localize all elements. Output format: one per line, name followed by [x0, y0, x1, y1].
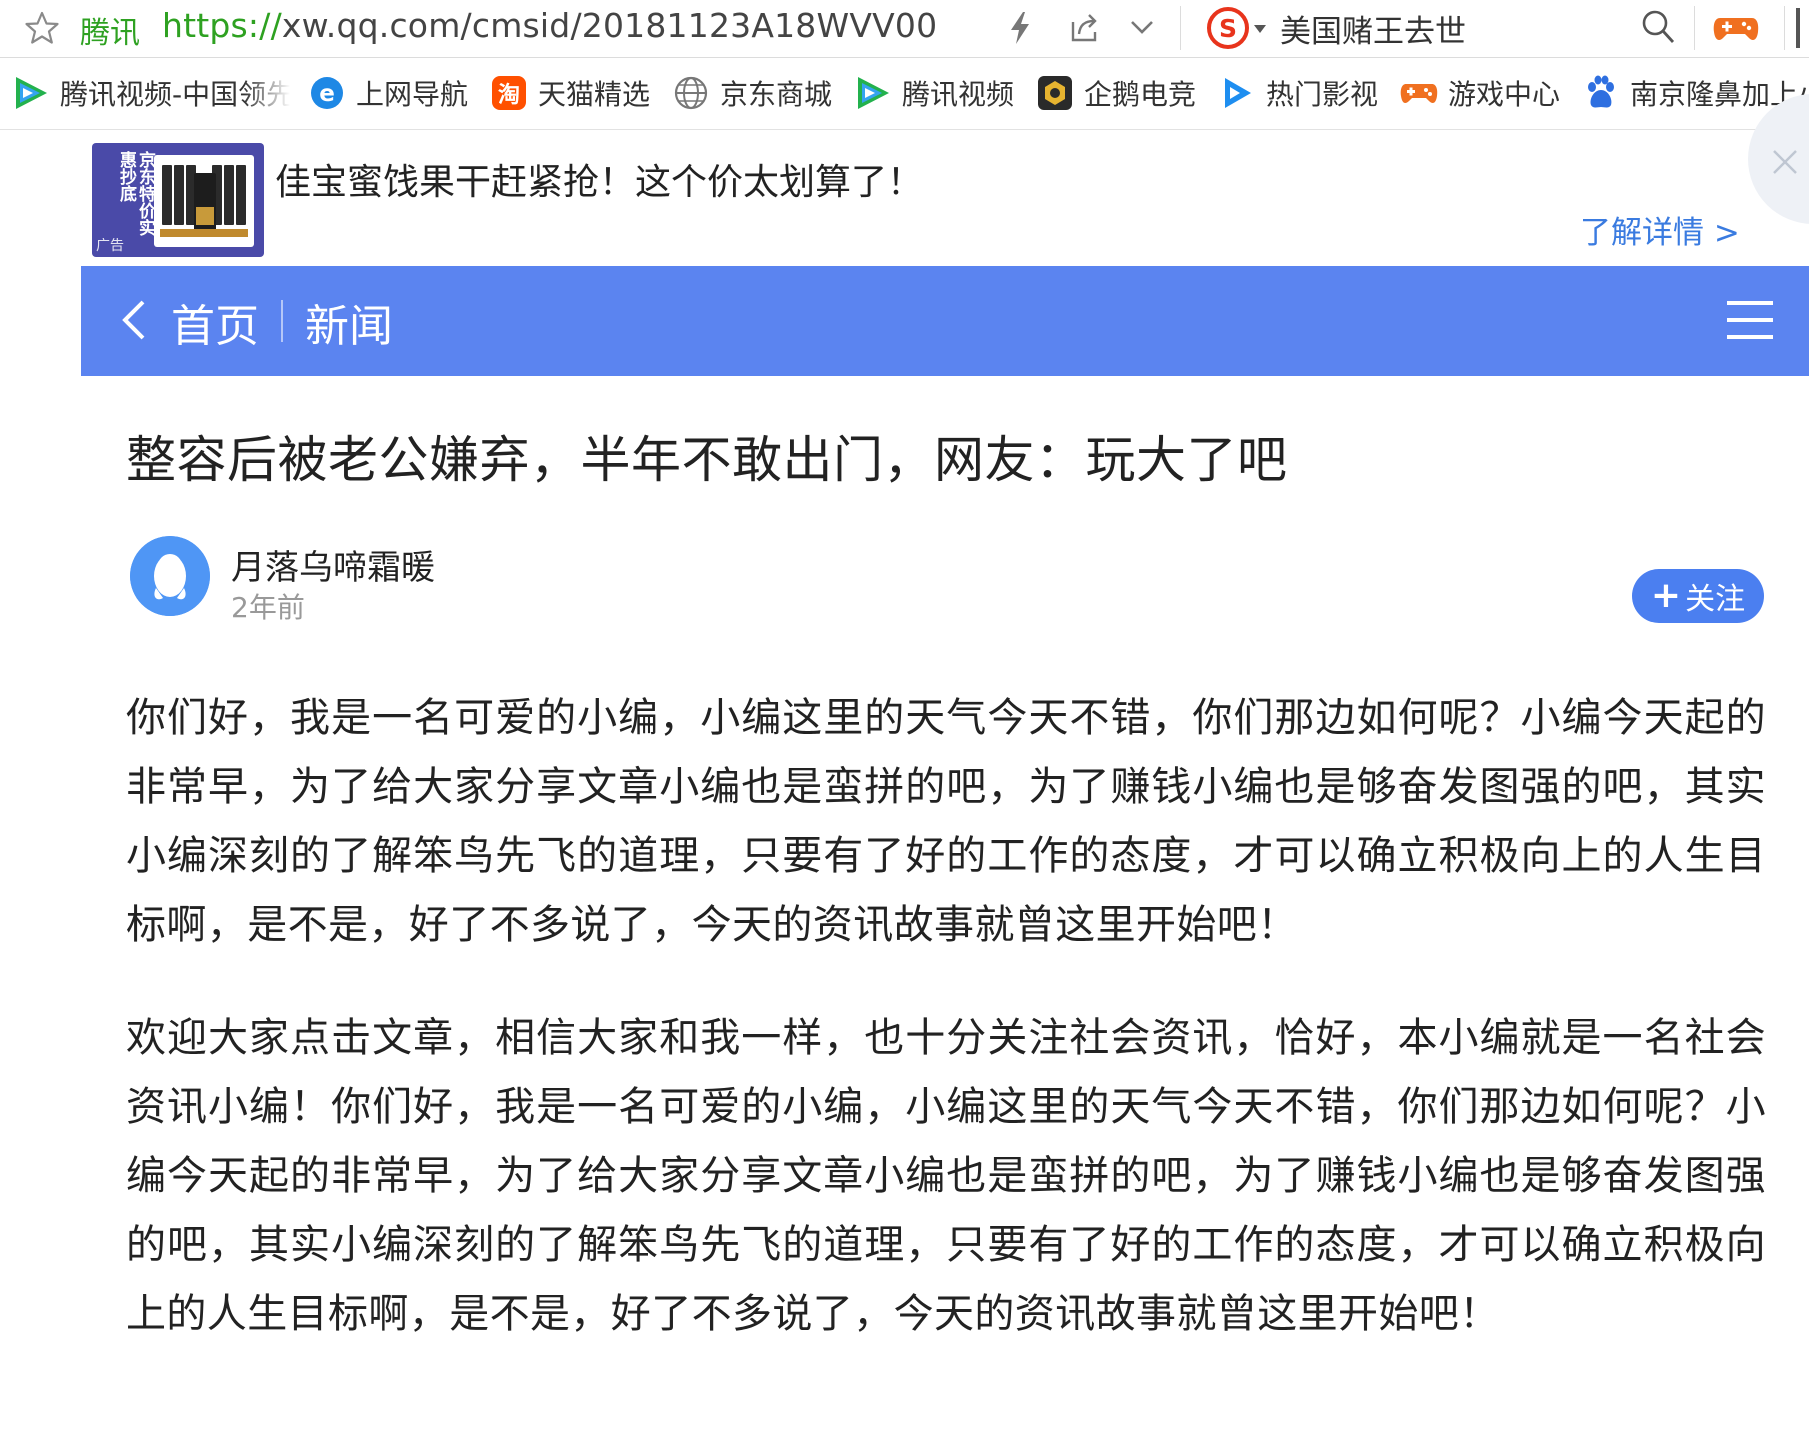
caret-down-icon[interactable]	[1253, 24, 1267, 34]
bookmark-label: 游戏中心	[1448, 78, 1561, 111]
ad-banner[interactable]: 京东特价实惠抄底 广告 佳宝蜜饯果干赶紧抢！这个价太划算了！ 了解详情 >	[0, 94, 1809, 261]
separator	[1180, 6, 1181, 50]
avatar[interactable]	[130, 536, 210, 616]
taobao-icon: 淘	[492, 76, 526, 110]
ad-tag: 广告	[96, 238, 124, 254]
close-icon[interactable]	[1768, 145, 1802, 179]
article-title: 整容后被老公嫌弃，半年不敢出门，网友：玩大了吧	[126, 431, 1288, 489]
search-icon[interactable]	[1640, 8, 1676, 46]
bookmark-hot-movies[interactable]: 热门影视	[1218, 72, 1378, 114]
bookmark-tmall[interactable]: 淘 天猫精选	[490, 72, 650, 114]
bookmark-nav[interactable]: e 上网导航	[308, 72, 468, 114]
ad-thumbnail[interactable]: 京东特价实惠抄底 广告	[92, 143, 264, 257]
game-controller-icon	[1400, 84, 1438, 104]
share-icon[interactable]	[1067, 12, 1101, 44]
svg-text:S: S	[1219, 14, 1237, 43]
globe-icon	[674, 76, 708, 110]
plus-icon: +	[1650, 575, 1682, 616]
separator	[1784, 6, 1785, 50]
bookmark-label: 天猫精选	[538, 78, 651, 111]
back-arrow-icon[interactable]	[117, 298, 149, 342]
hamburger-menu-icon[interactable]	[1725, 298, 1775, 342]
ie-icon: e	[311, 77, 343, 109]
penguin-avatar-icon	[130, 536, 210, 616]
svg-text:e: e	[319, 81, 335, 107]
play-icon	[1225, 78, 1251, 108]
esports-icon	[1038, 76, 1072, 110]
bookmark-label: 腾讯视频-中国领先	[60, 78, 290, 111]
url-field[interactable]: https://xw.qq.com/cmsid/20181123A18WVV00	[162, 6, 937, 45]
svg-text:淘: 淘	[498, 82, 520, 108]
url-path: xw.qq.com/cmsid/20181123A18WVV00	[281, 6, 938, 45]
star-icon[interactable]	[24, 10, 60, 46]
tencent-video-icon	[858, 77, 889, 109]
separator	[1694, 6, 1695, 50]
bookmark-tencent-video-lead[interactable]: 腾讯视频-中国领先	[12, 72, 290, 114]
article-paragraph: 欢迎大家点击文章，相信大家和我一样，也十分关注社会资讯，恰好，本小编就是一名社会…	[126, 1015, 1766, 1337]
tencent-video-icon	[16, 77, 47, 109]
url-scheme: https://	[162, 6, 282, 45]
bookmark-label: 腾讯视频	[902, 78, 1015, 111]
bookmark-label: 上网导航	[356, 78, 469, 111]
top-navigation: 首页 新闻	[81, 266, 1809, 376]
follow-button[interactable]: + 关注	[1632, 569, 1764, 623]
nav-section-news[interactable]: 新闻	[305, 290, 393, 354]
nav-home-link[interactable]: 首页	[171, 290, 259, 354]
site-name: 腾讯	[80, 16, 140, 51]
bookmark-label: 热门影视	[1266, 78, 1379, 111]
menu-dots-icon[interactable]	[1788, 0, 1809, 56]
hot-search-text[interactable]: 美国赌王去世	[1280, 6, 1466, 51]
bolt-icon[interactable]	[1006, 10, 1034, 46]
author-name[interactable]: 月落乌啼霜暖	[231, 540, 435, 589]
publish-time: 2年前	[231, 591, 305, 624]
chevron-down-icon[interactable]	[1128, 16, 1156, 38]
ad-product-image	[154, 155, 254, 247]
bookmark-label: 京东商城	[720, 78, 833, 111]
ad-learn-more-link[interactable]: 了解详情 >	[1580, 207, 1740, 252]
ad-title[interactable]: 佳宝蜜饯果干赶紧抢！这个价太划算了！	[275, 153, 923, 205]
address-bar: 腾讯 https://xw.qq.com/cmsid/20181123A18WV…	[0, 0, 1809, 58]
bookmarks-bar: 腾讯视频-中国领先 e 上网导航 淘 天猫精选 京东商城 腾讯视频 企鹅电竞 热…	[0, 58, 1809, 130]
bookmark-tencent-video[interactable]: 腾讯视频	[854, 72, 1014, 114]
article-paragraph: 你们好，我是一名可爱的小编，小编这里的天气今天不错，你们那边如何呢？小编今天起的…	[126, 695, 1766, 948]
game-controller-icon[interactable]	[1712, 6, 1760, 50]
bookmark-esports[interactable]: 企鹅电竞	[1036, 72, 1196, 114]
baidu-paw-icon	[1588, 75, 1614, 108]
follow-label: 关注	[1685, 582, 1746, 617]
sogou-icon[interactable]: S	[1206, 6, 1250, 50]
nav-divider	[281, 300, 283, 342]
bookmark-game-center[interactable]: 游戏中心	[1400, 72, 1560, 114]
bookmark-label: 企鹅电竞	[1084, 78, 1197, 111]
bookmark-jd[interactable]: 京东商城	[672, 72, 832, 114]
